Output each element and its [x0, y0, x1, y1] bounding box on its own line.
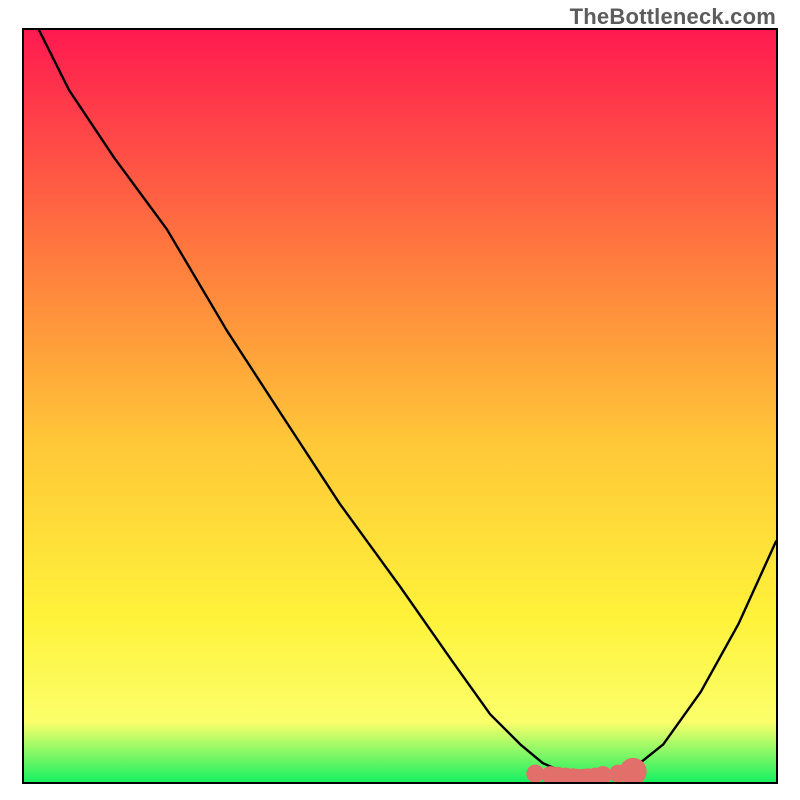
watermark-text: TheBottleneck.com [570, 4, 776, 30]
chart-frame [22, 28, 778, 784]
chart-svg [24, 30, 776, 782]
plot-area [22, 28, 778, 784]
gradient-background [24, 30, 776, 782]
